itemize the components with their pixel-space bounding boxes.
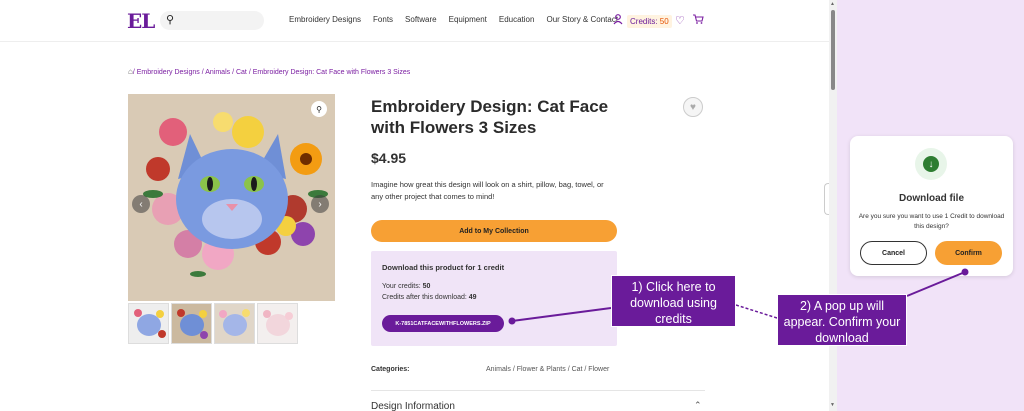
thumbnail-2[interactable] — [171, 303, 212, 344]
chevron-up-icon[interactable]: ⌃ — [694, 400, 702, 411]
credits-after-value: 49 — [468, 294, 477, 301]
credits-after-label: Credits after this download: — [382, 294, 469, 301]
credits-after-line: Credits after this download: 49 — [382, 294, 477, 301]
credits-badge[interactable]: Credits: 50 — [627, 15, 672, 28]
cancel-button[interactable]: Cancel — [860, 241, 927, 265]
thumbnail-3[interactable] — [214, 303, 255, 344]
search-icon: ⚲ — [166, 14, 175, 26]
product-image[interactable] — [128, 94, 335, 301]
product-title: Embroidery Design: Cat Face with Flowers… — [371, 97, 609, 137]
nav-fonts[interactable]: Fonts — [373, 15, 393, 24]
zoom-button[interactable]: ⚲ — [311, 101, 327, 117]
categories-label: Categories: — [371, 366, 410, 373]
scroll-down-arrow-icon[interactable]: ▼ — [830, 402, 835, 408]
credits-label: Credits: — [630, 17, 658, 26]
confirm-button[interactable]: Confirm — [935, 241, 1002, 265]
your-credits-line: Your credits: 50 — [382, 283, 430, 290]
site-logo[interactable]: EL — [127, 9, 155, 33]
download-zip-button[interactable]: K-7851CATFACEWITHFLOWERS.ZIP — [382, 315, 504, 332]
nav-embroidery-designs[interactable]: Embroidery Designs — [289, 15, 361, 24]
breadcrumb: ⌂/ Embroidery Designs / Animals / Cat / … — [128, 67, 410, 76]
scroll-up-arrow-icon[interactable]: ▲ — [830, 1, 835, 7]
nav-equipment[interactable]: Equipment — [449, 15, 487, 24]
header: EL ⚲ Embroidery Designs Fonts Software E… — [0, 0, 837, 42]
cat-embroidery-image — [128, 94, 335, 301]
chevron-left-icon: ‹ — [139, 198, 143, 210]
your-credits-label: Your credits: — [382, 283, 423, 290]
main-nav: Embroidery Designs Fonts Software Equipm… — [289, 15, 630, 24]
product-price: $4.95 — [371, 150, 407, 166]
download-box-title: Download this product for 1 credit — [382, 263, 505, 272]
add-to-collection-button[interactable]: Add to My Collection — [371, 220, 617, 242]
breadcrumb-embroidery-designs[interactable]: / Embroidery Designs — [133, 69, 200, 76]
magnifier-icon: ⚲ — [316, 104, 322, 114]
download-credit-box: Download this product for 1 credit Your … — [371, 251, 617, 346]
image-next-button[interactable]: › — [311, 195, 329, 213]
image-prev-button[interactable]: ‹ — [132, 195, 150, 213]
wishlist-heart-icon[interactable]: ♡ — [675, 14, 685, 27]
chevron-right-icon: › — [318, 198, 322, 210]
your-credits-value: 50 — [422, 283, 431, 290]
search-input[interactable]: ⚲ — [160, 11, 264, 30]
website: EL ⚲ Embroidery Designs Fonts Software E… — [0, 0, 837, 411]
download-confirm-modal: ↓ Download file Are you sure you want to… — [850, 136, 1013, 276]
nav-software[interactable]: Software — [405, 15, 437, 24]
user-icon[interactable] — [613, 14, 623, 25]
wishlist-button[interactable]: ♥ — [683, 97, 703, 117]
callout-step-2: 2) A pop up will appear. Confirm your do… — [777, 294, 907, 346]
download-arrow-icon: ↓ — [923, 156, 939, 172]
nav-our-story-contact[interactable]: Our Story & Contact — [546, 15, 618, 24]
cart-icon[interactable] — [692, 13, 704, 25]
scrollbar-thumb[interactable] — [831, 10, 835, 90]
breadcrumb-current: / Embroidery Design: Cat Face with Flowe… — [248, 69, 411, 76]
breadcrumb-animals[interactable]: / Animals — [202, 69, 230, 76]
callout-step-1: 1) Click here to download using credits — [611, 275, 736, 327]
breadcrumb-cat[interactable]: / Cat — [232, 69, 247, 76]
design-information-toggle[interactable]: Design Information — [371, 401, 455, 411]
heart-icon: ♥ — [690, 101, 696, 113]
page: EL ⚲ Embroidery Designs Fonts Software E… — [0, 0, 1024, 411]
scrollbar[interactable]: ▲ ▼ — [829, 0, 837, 411]
credits-value: 50 — [659, 17, 669, 26]
thumbnail-strip — [128, 303, 298, 344]
categories-value[interactable]: Animals / Flower & Plants / Cat / Flower — [486, 366, 609, 373]
modal-title: Download file — [899, 193, 964, 204]
thumbnail-1[interactable] — [128, 303, 169, 344]
thumbnail-4[interactable] — [257, 303, 298, 344]
product-description: Imagine how great this design will look … — [371, 180, 604, 201]
nav-education[interactable]: Education — [499, 15, 535, 24]
modal-message: Are you sure you want to use 1 Credit to… — [858, 213, 1005, 230]
divider — [371, 390, 705, 391]
